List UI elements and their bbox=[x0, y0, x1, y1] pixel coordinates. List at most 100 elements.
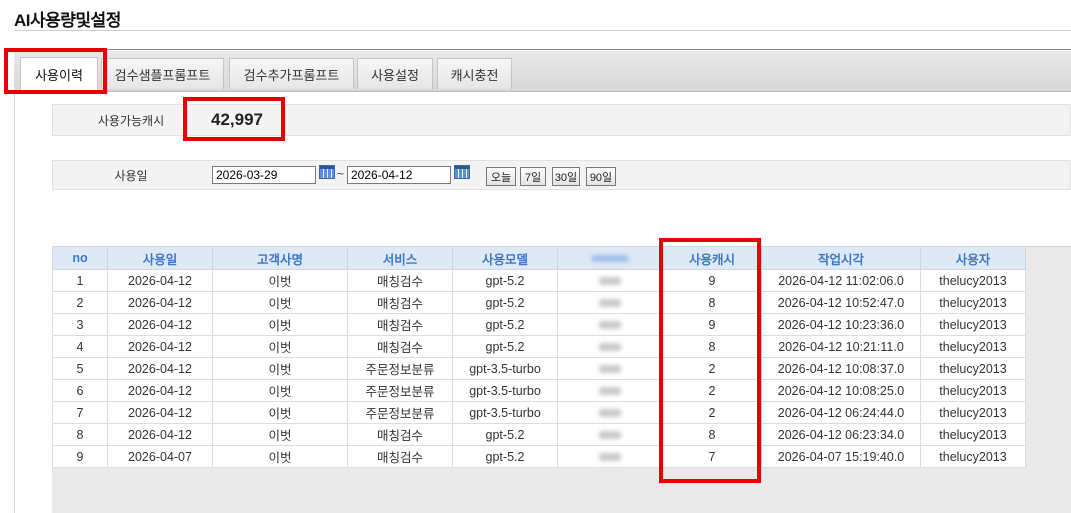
redacted-text bbox=[599, 277, 621, 286]
table-row[interactable]: 5 2026-04-12 이벗 주문정보분류 gpt-3.5-turbo 2 2026-04… bbox=[52, 357, 1026, 380]
start-date-input[interactable] bbox=[212, 166, 316, 184]
table-cell: 이벗 bbox=[212, 401, 348, 424]
table-row[interactable]: 9 2026-04-07 이벗 매칭검수 gpt-5.2 7 2026-04-07 15:1… bbox=[52, 445, 1026, 468]
title-divider bbox=[14, 30, 1071, 31]
table-cell: 2026-04-12 06:23:34.0 bbox=[761, 423, 921, 446]
table-cell: thelucy2013 bbox=[920, 423, 1026, 446]
tab-inspection-extra-prompt[interactable]: 검수추가프롬프트 bbox=[229, 58, 354, 89]
redacted-cell bbox=[557, 357, 663, 380]
column-header[interactable]: 작업시각 bbox=[761, 246, 921, 270]
end-date-input[interactable] bbox=[347, 166, 451, 184]
table-cell: 매칭검수 bbox=[347, 423, 453, 446]
table-cell: 이벗 bbox=[212, 357, 348, 380]
table-row[interactable]: 3 2026-04-12 이벗 매칭검수 gpt-5.2 9 2026-04-12 10:2… bbox=[52, 313, 1026, 336]
column-header[interactable]: 고객사명 bbox=[212, 246, 348, 270]
date-filter-row: 사용일 ~ 오늘 7일 30일 90일 bbox=[52, 160, 1071, 190]
table-cell: 8 bbox=[662, 335, 762, 358]
7-days-button[interactable]: 7일 bbox=[520, 167, 546, 186]
table-cell: 2026-04-12 bbox=[107, 401, 213, 424]
table-cell: 주문정보분류 bbox=[347, 379, 453, 402]
table-cell: 7 bbox=[52, 401, 108, 424]
table-cell: 이벗 bbox=[212, 291, 348, 314]
table-cell: 매칭검수 bbox=[347, 335, 453, 358]
table-cell: thelucy2013 bbox=[920, 445, 1026, 468]
redacted-text bbox=[599, 453, 621, 462]
redacted-cell bbox=[557, 423, 663, 446]
table-cell: 7 bbox=[662, 445, 762, 468]
table-cell: 1 bbox=[52, 269, 108, 292]
table-cell: thelucy2013 bbox=[920, 335, 1026, 358]
table-cell: 2026-04-12 bbox=[107, 313, 213, 336]
table-cell: 2026-04-12 10:08:25.0 bbox=[761, 379, 921, 402]
30-days-button[interactable]: 30일 bbox=[552, 167, 580, 186]
redacted-cell bbox=[557, 291, 663, 314]
table-row[interactable]: 1 2026-04-12 이벗 매칭검수 gpt-5.2 9 2026-04-12 11:0… bbox=[52, 269, 1026, 292]
tabbar-top-border bbox=[14, 49, 1071, 50]
table-cell: 2026-04-07 bbox=[107, 445, 213, 468]
table-cell: 2 bbox=[52, 291, 108, 314]
table-cell: 2026-04-12 11:02:06.0 bbox=[761, 269, 921, 292]
table-cell: 이벗 bbox=[212, 335, 348, 358]
column-header[interactable]: 사용모델 bbox=[452, 246, 558, 270]
tab-bar: 사용이력 검수샘플프롬프트 검수추가프롬프트 사용설정 캐시충전 bbox=[14, 51, 1071, 92]
table-cell: 2026-04-12 10:23:36.0 bbox=[761, 313, 921, 336]
table-cell: 2026-04-12 bbox=[107, 335, 213, 358]
usage-date-label: 사용일 bbox=[114, 168, 148, 183]
tab-cash-charge[interactable]: 캐시충전 bbox=[437, 58, 512, 89]
calendar-icon[interactable] bbox=[454, 165, 470, 179]
column-header[interactable]: 사용자 bbox=[920, 246, 1026, 270]
table-row[interactable]: 4 2026-04-12 이벗 매칭검수 gpt-5.2 8 2026-04-12 10:2… bbox=[52, 335, 1026, 358]
table-cell: 9 bbox=[662, 313, 762, 336]
table-cell: 2026-04-12 bbox=[107, 423, 213, 446]
table-cell: gpt-5.2 bbox=[452, 313, 558, 336]
redacted-cell bbox=[557, 313, 663, 336]
table-cell: thelucy2013 bbox=[920, 269, 1026, 292]
table-cell: gpt-5.2 bbox=[452, 335, 558, 358]
column-header-redacted[interactable] bbox=[557, 246, 663, 270]
table-cell: thelucy2013 bbox=[920, 313, 1026, 336]
table-cell: 5 bbox=[52, 357, 108, 380]
90-days-button[interactable]: 90일 bbox=[586, 167, 616, 186]
table-cell: 4 bbox=[52, 335, 108, 358]
table-row[interactable]: 8 2026-04-12 이벗 매칭검수 gpt-5.2 8 2026-04-12 06:2… bbox=[52, 423, 1026, 446]
table-cell: 이벗 bbox=[212, 445, 348, 468]
table-cell: 2026-04-12 bbox=[107, 291, 213, 314]
redacted-text bbox=[599, 343, 621, 352]
table-row[interactable]: 6 2026-04-12 이벗 주문정보분류 gpt-3.5-turbo 2 2026-04… bbox=[52, 379, 1026, 402]
table-cell: 매칭검수 bbox=[347, 291, 453, 314]
redacted-text bbox=[599, 431, 621, 440]
calendar-icon[interactable] bbox=[319, 165, 335, 179]
table-cell: 2026-04-12 06:24:44.0 bbox=[761, 401, 921, 424]
column-header[interactable]: 사용일 bbox=[107, 246, 213, 270]
date-range-separator: ~ bbox=[337, 167, 345, 181]
redacted-text bbox=[599, 409, 621, 418]
table-row[interactable]: 2 2026-04-12 이벗 매칭검수 gpt-5.2 8 2026-04-12 10:5… bbox=[52, 291, 1026, 314]
table-cell: gpt-3.5-turbo bbox=[452, 401, 558, 424]
table-cell: 2026-04-12 10:21:11.0 bbox=[761, 335, 921, 358]
column-header[interactable]: 사용캐시 bbox=[662, 246, 762, 270]
table-cell: 이벗 bbox=[212, 423, 348, 446]
available-cash-row: 사용가능캐시 42,997 bbox=[52, 104, 1071, 136]
table-cell: gpt-3.5-turbo bbox=[452, 379, 558, 402]
table-cell: 이벗 bbox=[212, 313, 348, 336]
tab-inspection-sample-prompt[interactable]: 검수샘플프롬프트 bbox=[101, 58, 224, 89]
table-cell: 2 bbox=[662, 401, 762, 424]
column-header[interactable]: no bbox=[52, 246, 108, 270]
table-cell: thelucy2013 bbox=[920, 379, 1026, 402]
table-cell: 9 bbox=[52, 445, 108, 468]
today-button[interactable]: 오늘 bbox=[486, 167, 516, 186]
table-cell: thelucy2013 bbox=[920, 401, 1026, 424]
table-row[interactable]: 7 2026-04-12 이벗 주문정보분류 gpt-3.5-turbo 2 2026-04… bbox=[52, 401, 1026, 424]
table-body: 1 2026-04-12 이벗 매칭검수 gpt-5.2 9 2026-04-12 11:0… bbox=[52, 269, 1026, 468]
tab-usage-settings[interactable]: 사용설정 bbox=[357, 58, 433, 89]
tab-usage-history[interactable]: 사용이력 bbox=[20, 57, 98, 90]
column-header[interactable]: 서비스 bbox=[347, 246, 453, 270]
redacted-text bbox=[591, 255, 629, 263]
table-cell: 3 bbox=[52, 313, 108, 336]
table-cell: 이벗 bbox=[212, 269, 348, 292]
redacted-text bbox=[599, 299, 621, 308]
table-cell: gpt-5.2 bbox=[452, 445, 558, 468]
page-title: AI사용량및설정 bbox=[14, 11, 121, 30]
table-cell: 2 bbox=[662, 357, 762, 380]
usage-history-table: no 사용일 고객사명 서비스 사용모델 사용캐시 작업시각 사용자 1 2026… bbox=[52, 246, 1026, 468]
